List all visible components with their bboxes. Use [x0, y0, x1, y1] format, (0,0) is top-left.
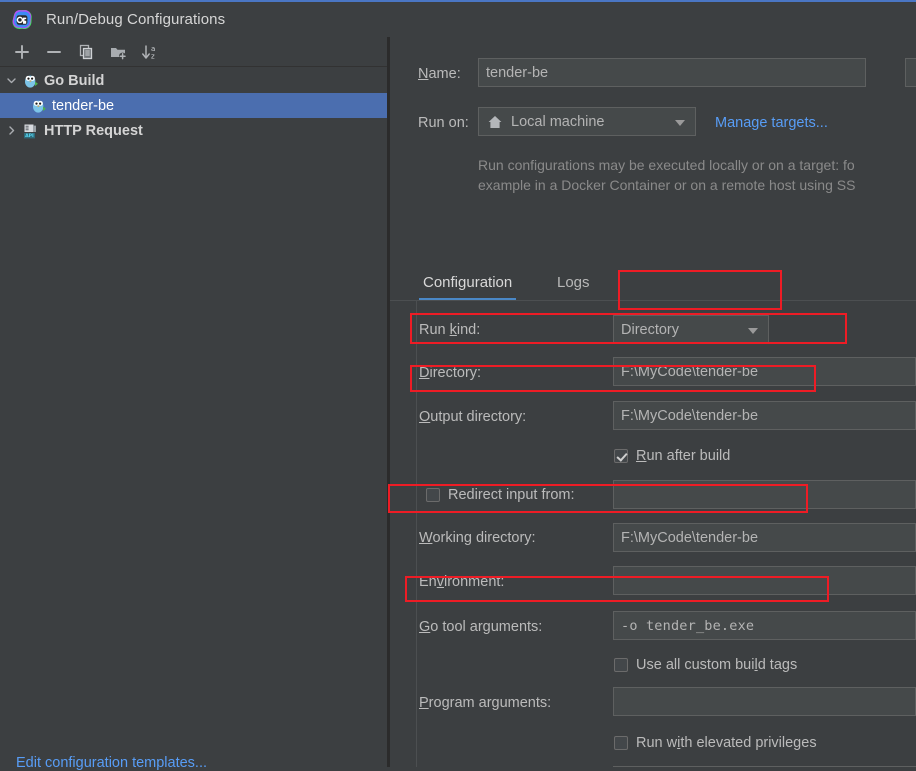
name-field-overflow-button[interactable]: [905, 58, 916, 87]
directory-label: Directory:: [419, 365, 482, 381]
use-all-custom-build-tags-row[interactable]: Use all custom build tags: [614, 657, 797, 673]
redirect-input-row[interactable]: Redirect input from:: [426, 487, 575, 503]
configuration-details-panel: Name: tender-be Run on: Local machine Ma…: [390, 37, 916, 767]
program-arguments-label: Program arguments:: [419, 695, 552, 711]
run-on-value: Local machine: [511, 113, 605, 130]
chevron-down-icon[interactable]: [675, 119, 685, 126]
sort-configurations-button[interactable]: a z: [136, 40, 164, 64]
add-configuration-button[interactable]: [8, 40, 36, 64]
tab-logs[interactable]: Logs: [553, 265, 594, 300]
edit-configuration-templates-link[interactable]: Edit configuration templates...: [16, 755, 207, 771]
goland-logo-icon: [10, 8, 34, 32]
svg-text:z: z: [151, 52, 155, 60]
working-directory-input[interactable]: F:\MyCode\tender-be: [613, 523, 916, 552]
configurations-tree-panel: a z Go Build tender-be API HTTP Request …: [0, 37, 387, 771]
output-directory-label: Output directory:: [419, 409, 527, 425]
redirect-input-field[interactable]: [613, 480, 916, 509]
new-folder-button[interactable]: [104, 40, 132, 64]
http-api-icon: API: [22, 122, 40, 140]
program-arguments-input[interactable]: [613, 687, 916, 716]
run-after-build-row[interactable]: Run after build: [614, 448, 730, 464]
tree-item-go-build[interactable]: Go Build: [0, 68, 387, 93]
tree-item-label: HTTP Request: [44, 122, 143, 139]
use-all-custom-build-tags-label: Use all custom build tags: [636, 657, 798, 673]
dialog-title: Run/Debug Configurations: [46, 11, 226, 28]
redirect-input-label: Redirect input from:: [448, 487, 575, 503]
run-elevated-label: Run with elevated privileges: [636, 735, 817, 751]
svg-text:API: API: [25, 133, 34, 139]
chevron-down-icon[interactable]: [748, 327, 758, 334]
home-icon: [487, 114, 503, 134]
run-kind-label: Run kind:: [419, 322, 481, 338]
use-all-custom-build-tags-checkbox[interactable]: [614, 658, 628, 672]
go-gopher-icon: [30, 97, 48, 115]
environment-input[interactable]: [613, 566, 916, 595]
tree-item-http-request[interactable]: API HTTP Request: [0, 118, 387, 143]
working-directory-value: F:\MyCode\tender-be: [621, 529, 759, 546]
configuration-tabs: Configuration Logs: [390, 265, 916, 301]
name-label-rest: ame:: [428, 66, 461, 82]
manage-targets-link[interactable]: Manage targets...: [715, 115, 828, 131]
tree-item-label: Go Build: [44, 72, 105, 89]
name-input[interactable]: tender-be: [478, 58, 866, 87]
remove-configuration-button[interactable]: [40, 40, 68, 64]
go-tool-arguments-label: Go tool arguments:: [419, 619, 543, 635]
go-gopher-icon: [22, 72, 40, 90]
tree-item-label: tender-be: [52, 97, 115, 114]
form-left-rail: [416, 301, 417, 767]
run-on-label: Run on:: [418, 115, 469, 131]
chevron-down-icon[interactable]: [0, 75, 22, 86]
run-debug-configurations-dialog: Run/Debug Configurations a z Go Build te…: [0, 0, 916, 771]
run-on-help-line-2: example in a Docker Container or on a re…: [478, 177, 856, 193]
tab-configuration[interactable]: Configuration: [419, 265, 517, 300]
run-on-help-line-1: Run configurations may be executed local…: [478, 157, 855, 173]
go-tool-arguments-input[interactable]: -o tender_be.exe: [613, 611, 916, 640]
run-after-build-label: Run after build: [636, 448, 731, 464]
working-directory-label: Working directory:: [419, 530, 536, 546]
redirect-input-checkbox[interactable]: [426, 488, 440, 502]
output-directory-value: F:\MyCode\tender-be: [621, 407, 759, 424]
run-elevated-checkbox[interactable]: [614, 736, 628, 750]
tree-toolbar: a z: [0, 37, 387, 67]
directory-value: F:\MyCode\tender-be: [621, 363, 759, 380]
run-kind-value: Directory: [621, 321, 680, 338]
run-elevated-row[interactable]: Run with elevated privileges: [614, 735, 817, 751]
tree-item-tender-be[interactable]: tender-be: [0, 93, 387, 118]
name-label: Name:: [418, 66, 461, 82]
configurations-tree[interactable]: Go Build tender-be API HTTP Request: [0, 68, 387, 767]
chevron-right-icon[interactable]: [0, 125, 22, 136]
output-directory-input[interactable]: F:\MyCode\tender-be: [613, 401, 916, 430]
run-on-combobox[interactable]: Local machine: [478, 107, 696, 136]
copy-configuration-button[interactable]: [72, 40, 100, 64]
go-tool-arguments-value: -o tender_be.exe: [621, 617, 755, 634]
directory-input[interactable]: F:\MyCode\tender-be: [613, 357, 916, 386]
dialog-titlebar: Run/Debug Configurations: [0, 0, 916, 37]
run-after-build-checkbox[interactable]: [614, 449, 628, 463]
name-input-value: tender-be: [486, 64, 549, 81]
run-kind-combobox[interactable]: Directory: [613, 315, 769, 344]
environment-label: Environment:: [419, 574, 505, 590]
